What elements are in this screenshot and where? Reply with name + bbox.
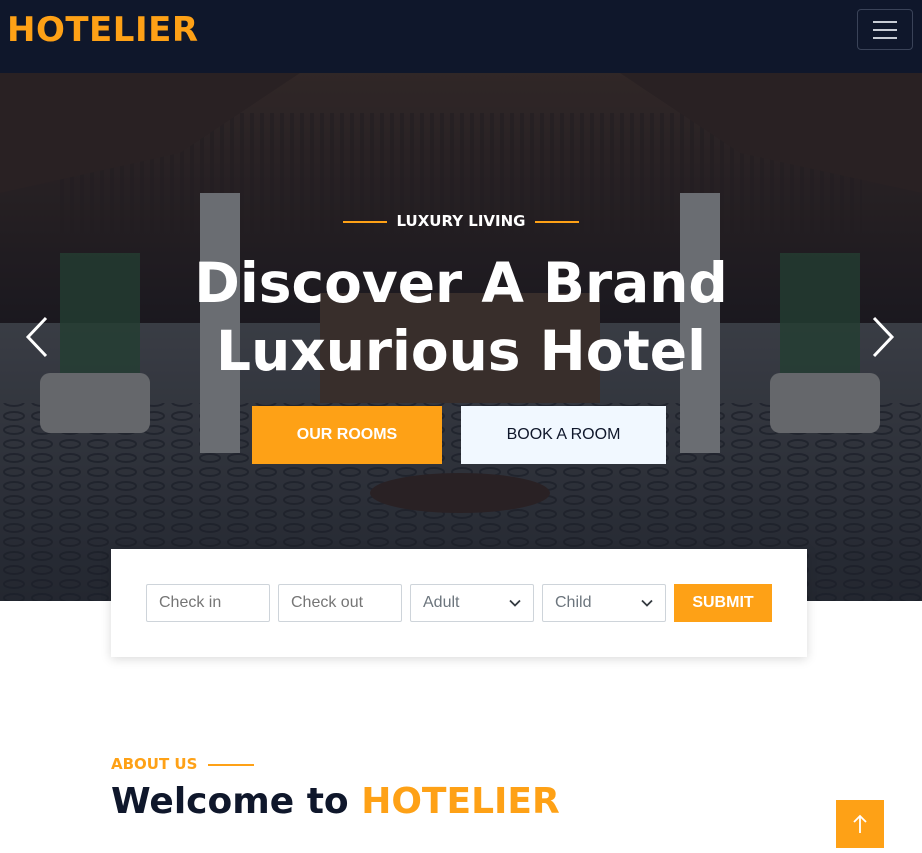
eyebrow-line-right (535, 220, 580, 223)
hero-eyebrow-text: LUXURY LIVING (396, 212, 526, 230)
about-us-line (208, 764, 254, 766)
hero-carousel: LUXURY LIVING Discover A Brand Luxurious… (0, 73, 922, 601)
welcome-prefix: Welcome to (111, 781, 362, 822)
arrow-up-icon (853, 814, 867, 833)
about-us-label: ABOUT US (111, 755, 198, 773)
welcome-brand: HOTELIER (361, 781, 560, 822)
welcome-heading: Welcome to HOTELIER (111, 781, 560, 822)
adult-select[interactable]: Adult (410, 584, 534, 622)
check-out-input[interactable] (291, 585, 401, 621)
menu-toggle-button[interactable] (857, 9, 913, 50)
child-select-value: Child (555, 594, 592, 611)
navbar: HOTELIER (0, 0, 922, 73)
book-a-room-button[interactable]: BOOK A ROOM (461, 406, 666, 464)
check-in-input[interactable] (159, 585, 269, 621)
check-in-field[interactable] (146, 584, 270, 622)
adult-select-value: Adult (423, 594, 460, 611)
brand-logo[interactable]: HOTELIER (7, 10, 199, 50)
check-out-field[interactable] (278, 584, 402, 622)
booking-form: Adult Child SUBMIT (111, 549, 807, 657)
eyebrow-line-left (342, 220, 387, 223)
chevron-down-icon (509, 599, 521, 607)
chevron-down-icon (641, 599, 653, 607)
hero-title-line1: Discover A Brand (194, 251, 728, 315)
hero-title: Discover A Brand Luxurious Hotel (0, 249, 922, 385)
hamburger-menu-icon (873, 21, 897, 23)
hamburger-menu-icon (873, 37, 897, 39)
submit-button[interactable]: SUBMIT (674, 584, 772, 622)
our-rooms-button[interactable]: OUR ROOMS (252, 406, 442, 464)
hero-eyebrow: LUXURY LIVING (0, 212, 922, 230)
child-select[interactable]: Child (542, 584, 666, 622)
hamburger-menu-icon (873, 29, 897, 31)
back-to-top-button[interactable] (836, 800, 884, 848)
hero-title-line2: Luxurious Hotel (216, 319, 706, 383)
